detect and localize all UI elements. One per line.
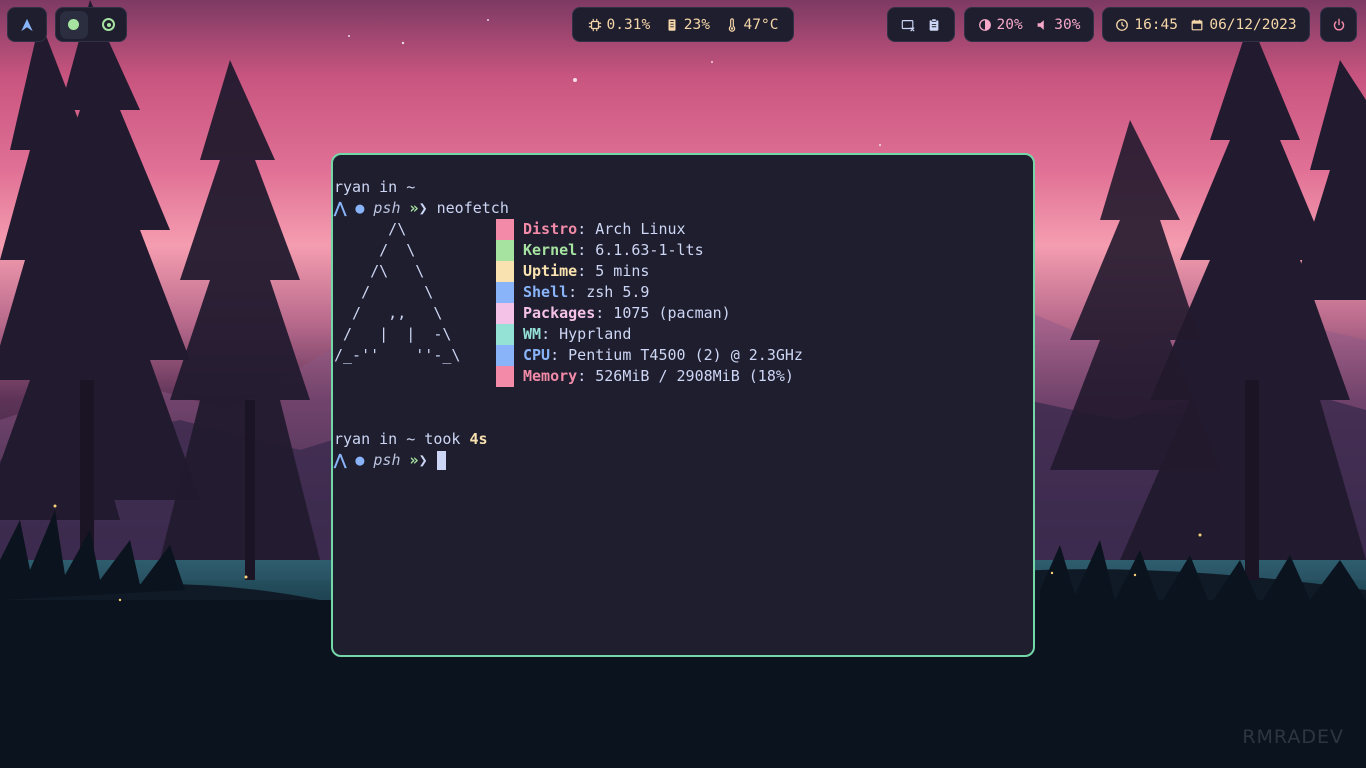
arch-ascii-logo: /\ / \ /\ \ / \ / ,, \ / | | -\ /_-'' ''…	[334, 220, 461, 364]
info-key: Uptime	[523, 262, 578, 280]
info-row-distro: Distro: Arch Linux	[496, 219, 803, 240]
system-stats: 0.31% 23% 47°C	[572, 7, 794, 42]
prompt-caret-icon: ❯	[418, 199, 428, 217]
info-row-wm: WM: Hyprland	[496, 324, 803, 345]
info-row-kernel: Kernel: 6.1.63-1-lts	[496, 240, 803, 261]
screen-share-off-icon[interactable]	[901, 18, 915, 32]
double-arrow-icon: »	[409, 451, 419, 469]
arch-prompt-icon: ⋀	[334, 451, 347, 469]
double-arrow-icon: »	[409, 199, 419, 217]
power-button[interactable]	[1320, 7, 1357, 42]
power-icon	[1332, 18, 1346, 32]
command-line-2: ⋀ ● psh »❯	[334, 450, 446, 471]
color-swatch	[496, 282, 514, 303]
info-value: : Arch Linux	[577, 220, 686, 238]
info-value: : 1075 (pacman)	[595, 304, 731, 322]
info-key: Distro	[523, 220, 578, 238]
terminal-window[interactable]: ryan in ~ ⋀ ● psh »❯ neofetch /\ / \ /\ …	[331, 153, 1035, 657]
took-text: took	[415, 430, 470, 448]
info-key: Shell	[523, 283, 569, 301]
text-cursor[interactable]	[436, 451, 446, 470]
volume-value: 30%	[1054, 16, 1081, 33]
arch-prompt-icon: ⋀	[334, 199, 347, 217]
username: ryan	[334, 178, 371, 196]
command-line-1: ⋀ ● psh »❯ neofetch	[334, 198, 509, 219]
volume-control[interactable]: 30%	[1035, 17, 1080, 33]
info-value: : 6.1.63-1-lts	[577, 241, 704, 259]
info-key: Packages	[523, 304, 596, 322]
wallpaper-watermark: RMRADEV	[1242, 726, 1344, 748]
temperature-value: 47°C	[743, 16, 779, 33]
current-directory: ~	[406, 430, 416, 448]
info-value: : 5 mins	[577, 262, 650, 280]
color-swatch	[496, 219, 514, 240]
color-swatch	[496, 366, 514, 387]
info-key: WM	[523, 325, 542, 343]
info-key: Memory	[523, 367, 578, 385]
cpu-usage-value: 0.31%	[606, 16, 651, 33]
color-swatch	[496, 303, 514, 324]
info-row-packages: Packages: 1075 (pacman)	[496, 303, 803, 324]
workspace-switcher	[55, 7, 127, 42]
info-value: : Pentium T4500 (2) @ 2.3GHz	[550, 346, 803, 364]
current-directory: ~	[406, 178, 416, 196]
speaker-icon	[1035, 18, 1049, 32]
system-tray	[887, 7, 955, 42]
command-text: neofetch	[436, 199, 509, 217]
dot-separator-icon: ●	[355, 199, 365, 217]
cpu-chip-icon	[588, 18, 602, 32]
dot-separator-icon: ●	[355, 451, 365, 469]
prompt-header-2: ryan in ~ took 4s	[334, 429, 488, 450]
info-row-cpu: CPU: Pentium T4500 (2) @ 2.3GHz	[496, 345, 803, 366]
target-ring-icon	[102, 18, 115, 31]
info-value: : zsh 5.9	[568, 283, 650, 301]
info-row-uptime: Uptime: 5 mins	[496, 261, 803, 282]
info-value: : 526MiB / 2908MiB (18%)	[577, 367, 794, 385]
color-swatch	[496, 345, 514, 366]
brightness-volume: 20% 30%	[964, 7, 1094, 42]
info-row-memory: Memory: 526MiB / 2908MiB (18%)	[496, 366, 803, 387]
filled-dot-icon	[68, 19, 79, 30]
clock-icon	[1115, 18, 1129, 32]
prompt-caret-icon: ❯	[418, 451, 428, 469]
brightness-half-icon	[978, 18, 992, 32]
info-key: CPU	[523, 346, 551, 364]
memory-usage[interactable]: 23%	[665, 17, 710, 33]
username: ryan	[334, 430, 371, 448]
command-duration: 4s	[469, 430, 488, 448]
date-value: 06/12/2023	[1209, 16, 1297, 33]
thermometer-icon	[725, 17, 739, 32]
calendar[interactable]: 06/12/2023	[1190, 16, 1297, 33]
info-key: Kernel	[523, 241, 578, 259]
workspace-2[interactable]	[95, 11, 123, 39]
color-swatch	[496, 261, 514, 282]
prompt-name: psh	[373, 451, 401, 469]
neofetch-info: Distro: Arch Linux Kernel: 6.1.63-1-lts Up…	[496, 219, 803, 387]
time-value: 16:45	[1134, 16, 1178, 33]
cpu-usage[interactable]: 0.31%	[588, 16, 651, 33]
memory-usage-value: 23%	[683, 16, 710, 33]
in-text: in	[370, 178, 407, 196]
in-text: in	[370, 430, 407, 448]
clock-calendar: 16:45 06/12/2023	[1102, 7, 1310, 42]
color-swatch	[496, 324, 514, 345]
calendar-icon	[1190, 18, 1204, 32]
workspace-1[interactable]	[59, 10, 88, 39]
temperature[interactable]: 47°C	[725, 16, 779, 33]
memory-stick-icon	[665, 18, 679, 32]
brightness-control[interactable]: 20%	[978, 17, 1023, 33]
brightness-value: 20%	[996, 16, 1023, 33]
info-row-shell: Shell: zsh 5.9	[496, 282, 803, 303]
prompt-header-1: ryan in ~	[334, 177, 415, 198]
clipboard-icon[interactable]	[927, 18, 941, 32]
info-value: : Hyprland	[541, 325, 632, 343]
clock[interactable]: 16:45	[1115, 17, 1178, 33]
color-swatch	[496, 240, 514, 261]
prompt-name: psh	[373, 199, 401, 217]
app-launcher-button[interactable]	[7, 7, 47, 42]
arch-linux-logo-icon	[20, 18, 34, 32]
